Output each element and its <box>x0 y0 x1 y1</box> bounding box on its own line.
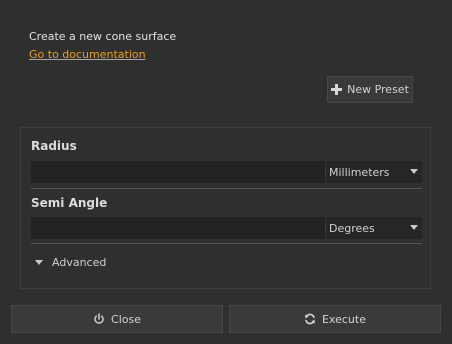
radius-input[interactable] <box>31 161 325 183</box>
chevron-down-icon <box>410 225 418 230</box>
execute-button[interactable]: Execute <box>229 305 441 333</box>
close-button[interactable]: Close <box>11 305 223 333</box>
close-label: Close <box>111 312 141 326</box>
semi-angle-label: Semi Angle <box>31 196 108 210</box>
radius-unit-value: Millimeters <box>329 165 390 179</box>
execute-label: Execute <box>322 312 366 326</box>
triangle-down-icon <box>35 260 43 265</box>
advanced-label: Advanced <box>52 256 107 269</box>
radius-label: Radius <box>31 139 77 153</box>
tool-description: Create a new cone surface <box>29 30 177 43</box>
refresh-icon <box>305 313 315 325</box>
chevron-down-icon <box>410 169 418 174</box>
semi-angle-unit-select[interactable]: Degrees <box>325 217 422 239</box>
advanced-toggle[interactable]: Advanced <box>35 256 106 269</box>
power-icon <box>94 313 104 324</box>
parameters-panel: Radius Millimeters Semi Angle Degrees Ad… <box>20 127 431 289</box>
semi-angle-unit-value: Degrees <box>329 221 375 235</box>
semi-angle-input[interactable] <box>31 217 325 239</box>
divider <box>31 188 422 189</box>
documentation-link[interactable]: Go to documentation <box>29 48 146 61</box>
plus-icon <box>331 84 343 95</box>
new-preset-button[interactable]: New Preset <box>327 76 413 103</box>
radius-unit-select[interactable]: Millimeters <box>325 161 422 183</box>
divider <box>31 243 422 244</box>
new-preset-label: New Preset <box>347 83 409 96</box>
